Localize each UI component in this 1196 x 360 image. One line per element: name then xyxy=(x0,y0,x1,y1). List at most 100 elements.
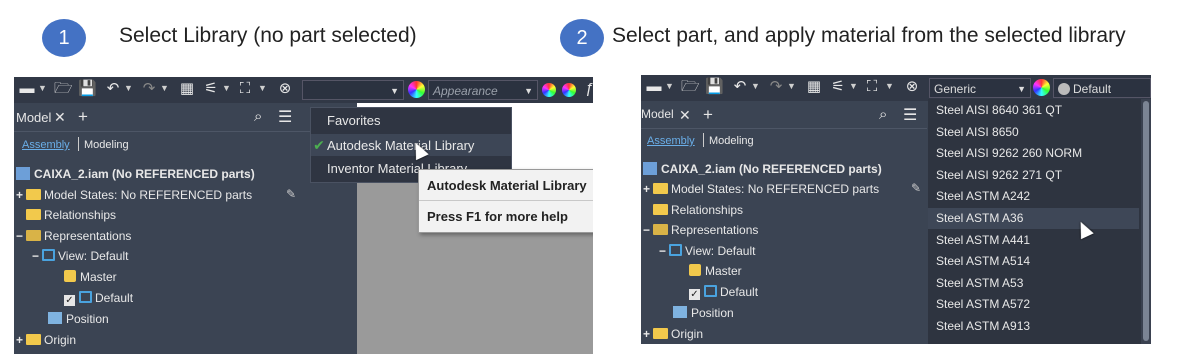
save-icon[interactable]: 💾 xyxy=(78,80,97,98)
collapse-icon[interactable]: − xyxy=(16,228,26,244)
tree-root[interactable]: CAIXA_2.iam (No REFERENCED parts) xyxy=(643,161,882,177)
select-icon[interactable]: ⛶ xyxy=(236,80,254,98)
appearance-override-icon[interactable]: ⊗ xyxy=(276,80,294,98)
menu-icon[interactable]: ☰ xyxy=(903,105,917,125)
tree-master[interactable]: Master xyxy=(64,269,117,285)
chevron-down-icon[interactable]: ▼ xyxy=(38,83,47,93)
close-icon[interactable]: ✕ xyxy=(54,109,66,126)
adjust-appearance-icon[interactable] xyxy=(542,83,556,97)
tab-model[interactable]: Model xyxy=(641,107,674,121)
tab-assembly[interactable]: Assembly xyxy=(22,139,70,151)
tree-relationships[interactable]: Relationships xyxy=(653,202,743,218)
collapse-icon[interactable]: − xyxy=(32,248,42,264)
material-item[interactable]: Steel ASTM A514 xyxy=(928,251,1139,272)
tab-modeling[interactable]: Modeling xyxy=(84,139,129,151)
measure-icon[interactable]: ⚟ xyxy=(829,78,847,96)
redo-icon[interactable]: ↷ xyxy=(140,80,158,98)
tab-modeling[interactable]: Modeling xyxy=(709,135,754,147)
open-folder-icon[interactable]: 🗁 xyxy=(681,78,700,96)
chevron-down-icon[interactable]: ▼ xyxy=(751,81,760,91)
tab-assembly[interactable]: Assembly xyxy=(647,135,695,147)
tree-master[interactable]: Master xyxy=(689,263,742,279)
search-icon[interactable]: ⌕ xyxy=(254,108,262,125)
material-item[interactable]: Steel AISI 8640 361 QT xyxy=(928,100,1139,121)
tree-default[interactable]: ✓ Default xyxy=(64,290,133,306)
material-item[interactable]: Steel ASTM A441 xyxy=(928,230,1139,251)
tab-model[interactable]: Model xyxy=(16,110,51,125)
material-item[interactable]: Steel ASTM A913 xyxy=(928,316,1139,337)
collapse-icon[interactable]: − xyxy=(659,243,669,259)
redo-icon[interactable]: ↷ xyxy=(767,78,785,96)
scrollbar-thumb[interactable] xyxy=(1143,101,1149,341)
expand-icon[interactable]: + xyxy=(643,181,653,197)
select-icon[interactable]: ⛶ xyxy=(863,78,881,96)
chevron-down-icon[interactable]: ▼ xyxy=(160,83,169,93)
scrollbar[interactable] xyxy=(1141,99,1151,344)
undo-icon[interactable]: ↶ xyxy=(104,80,122,98)
edit-pencil-icon[interactable]: ✎ xyxy=(286,187,296,201)
edit-pencil-icon[interactable]: ✎ xyxy=(911,181,921,195)
search-icon[interactable]: ⌕ xyxy=(879,106,887,123)
menu-icon[interactable]: ☰ xyxy=(278,107,292,127)
tree-view-default[interactable]: − View: Default xyxy=(32,248,128,264)
tree-position[interactable]: Position xyxy=(48,311,109,327)
tree-root[interactable]: CAIXA_2.iam (No REFERENCED parts) xyxy=(16,166,255,182)
chevron-down-icon[interactable]: ▼ xyxy=(885,81,894,91)
tree-model-states[interactable]: + Model States: No REFERENCED parts xyxy=(16,187,252,203)
appearance-combo[interactable]: Appearance ▼ xyxy=(428,80,538,100)
tree-origin[interactable]: + Origin xyxy=(16,332,76,348)
appearance-override-icon[interactable]: ⊗ xyxy=(903,78,921,96)
new-icon[interactable]: ▬ xyxy=(18,80,36,98)
new-icon[interactable]: ▬ xyxy=(645,78,663,96)
tree-origin[interactable]: + Origin xyxy=(643,326,703,342)
tree-view-default[interactable]: − View: Default xyxy=(659,243,755,259)
collapse-icon[interactable]: − xyxy=(643,222,653,238)
browser-tab-row: Model ✕ + ⌕ ☰ xyxy=(641,105,927,127)
tree-default[interactable]: ✓ Default xyxy=(689,284,758,300)
material-item[interactable]: Steel ASTM A242 xyxy=(928,186,1139,207)
material-item[interactable]: Steel ASTM A36 xyxy=(928,208,1139,229)
tree-label: Position xyxy=(691,306,734,320)
checkbox-icon[interactable]: ✓ xyxy=(689,289,700,300)
material-item[interactable]: Steel ASTM A53 xyxy=(928,273,1139,294)
checkbox-icon[interactable]: ✓ xyxy=(64,295,75,306)
tree-representations[interactable]: − Representations xyxy=(643,222,758,238)
color-wheel-icon[interactable] xyxy=(408,81,425,98)
color-wheel-icon[interactable] xyxy=(1033,79,1050,96)
fx-icon[interactable]: ƒ xyxy=(580,80,593,98)
save-icon[interactable]: 💾 xyxy=(705,78,724,96)
chevron-down-icon[interactable]: ▼ xyxy=(787,81,796,91)
undo-icon[interactable]: ↶ xyxy=(731,78,749,96)
tree-model-states[interactable]: + Model States: No REFERENCED parts xyxy=(643,181,879,197)
appearance-combo[interactable]: Default xyxy=(1053,78,1151,98)
material-item[interactable]: Steel AISI 9262 260 NORM xyxy=(928,143,1139,164)
tree-representations[interactable]: − Representations xyxy=(16,228,131,244)
expand-icon[interactable]: + xyxy=(16,187,26,203)
close-icon[interactable]: ✕ xyxy=(679,107,691,124)
add-tab-icon[interactable]: + xyxy=(78,107,88,127)
chevron-down-icon[interactable]: ▼ xyxy=(258,83,267,93)
material-item[interactable]: Steel ASTM A572 xyxy=(928,294,1139,315)
add-tab-icon[interactable]: + xyxy=(703,105,713,125)
chevron-down-icon[interactable]: ▼ xyxy=(665,81,674,91)
tree-relationships[interactable]: Relationships xyxy=(26,207,116,223)
chevron-down-icon[interactable]: ▼ xyxy=(849,81,858,91)
material-item[interactable]: Steel AISI 8650 xyxy=(928,122,1139,143)
chevron-down-icon[interactable]: ▼ xyxy=(124,83,133,93)
material-item[interactable]: Steel AISI 9262 271 QT xyxy=(928,165,1139,186)
chevron-down-icon[interactable]: ▼ xyxy=(222,83,231,93)
expand-icon[interactable]: + xyxy=(16,332,26,348)
assembly-icon xyxy=(16,167,30,180)
menu-item-favorites[interactable]: Favorites xyxy=(311,110,511,132)
ipart-icon[interactable]: ▦ xyxy=(178,80,196,98)
clear-appearance-icon[interactable] xyxy=(562,83,576,97)
folder-icon xyxy=(653,328,668,339)
folder-icon xyxy=(26,334,41,345)
measure-icon[interactable]: ⚟ xyxy=(202,80,220,98)
tree-position[interactable]: Position xyxy=(673,305,734,321)
expand-icon[interactable]: + xyxy=(643,326,653,342)
material-combo[interactable]: Generic ▼ xyxy=(929,78,1031,98)
open-folder-icon[interactable]: 🗁 xyxy=(54,80,73,98)
material-library-combo[interactable]: ▼ xyxy=(302,80,404,100)
ipart-icon[interactable]: ▦ xyxy=(805,78,823,96)
